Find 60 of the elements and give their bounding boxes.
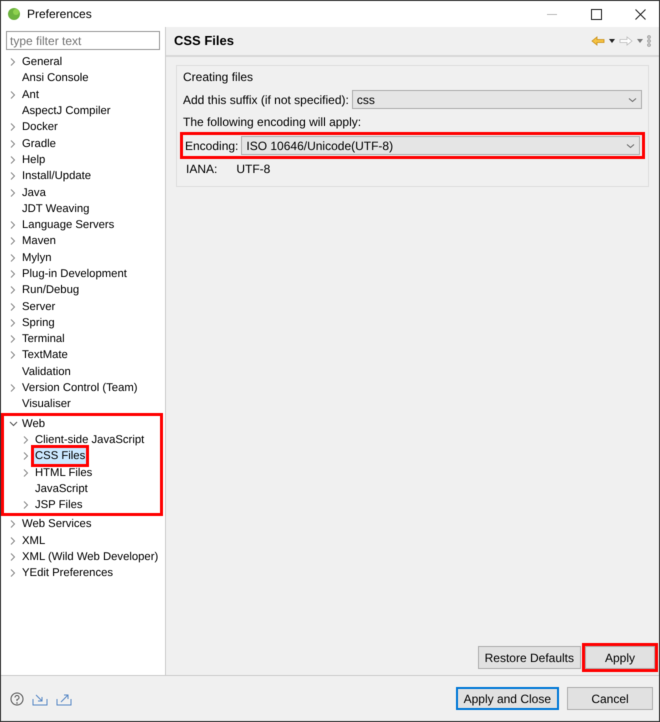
help-icon[interactable] (10, 692, 24, 706)
tree-item[interactable]: JSP Files (34, 497, 84, 514)
tree-item[interactable]: Maven (21, 233, 57, 250)
combo-value: css (356, 92, 375, 108)
page-title: CSS Files (174, 32, 234, 50)
tree-item[interactable]: XML (Wild Web Developer) (21, 549, 160, 566)
suffix-combo[interactable]: css (352, 90, 642, 109)
combo-value: ISO 10646/Unicode(UTF-8) (246, 138, 394, 154)
tree-item[interactable]: Java (21, 184, 47, 201)
tree-item[interactable]: Version Control (Team) (21, 380, 139, 396)
suffix-label: Add this suffix (if not specified): (183, 92, 349, 108)
tree-item[interactable]: JavaScript (34, 480, 89, 497)
tree-item[interactable]: Client-side JavaScript (34, 432, 146, 448)
tree-item[interactable]: AspectJ Compiler (21, 103, 112, 120)
dropdown-chevron-icon (628, 96, 637, 102)
window-title: Preferences (27, 6, 92, 23)
tree-item[interactable]: Run/Debug (21, 282, 80, 298)
dropdown-chevron-icon (626, 142, 635, 148)
tree-item[interactable]: Mylyn (21, 250, 52, 266)
tree-item[interactable]: Plug-in Development (21, 266, 128, 282)
tree-item[interactable]: General (21, 54, 64, 70)
encoding-label: Encoding: (185, 138, 238, 154)
tree-item[interactable]: Visualiser (21, 396, 72, 412)
expanded-chevron-icon[interactable] (8, 418, 19, 429)
export-icon[interactable] (56, 692, 72, 706)
tree-item[interactable]: JDT Weaving (21, 200, 90, 217)
action-button[interactable]: Restore Defaults (478, 646, 581, 669)
app-icon (7, 7, 21, 21)
tree-item[interactable]: CSS Files (34, 448, 86, 464)
tree-item[interactable]: HTML Files (34, 464, 94, 481)
filter-field[interactable]: type filter text (6, 31, 160, 50)
iana-value: UTF-8 (236, 161, 270, 178)
action-button[interactable]: Apply (585, 646, 655, 669)
tree-item[interactable]: Help (21, 152, 46, 168)
tree-item[interactable]: Gradle (21, 136, 57, 152)
tree-item[interactable]: Docker (21, 119, 59, 136)
group-title: Creating files (183, 69, 254, 86)
tree-item[interactable]: Terminal (21, 331, 66, 348)
encoding-note: The following encoding will apply: (183, 114, 362, 131)
import-icon[interactable] (32, 692, 48, 706)
iana-label: IANA: (186, 161, 218, 178)
tree-item[interactable]: XML (21, 532, 46, 549)
dialog-button[interactable]: Cancel (567, 687, 653, 710)
close-icon (634, 8, 646, 20)
tree-item[interactable]: YEdit Preferences (21, 565, 114, 582)
dropdown-icon[interactable] (608, 38, 616, 44)
maximize-icon (590, 8, 602, 20)
tree-item[interactable]: TextMate (21, 347, 69, 364)
encoding-combo[interactable]: ISO 10646/Unicode(UTF-8) (241, 136, 640, 155)
tree-item[interactable]: Language Servers (21, 217, 116, 234)
dialog-button[interactable]: Apply and Close (456, 687, 559, 710)
tree-item[interactable]: Ant (21, 86, 40, 103)
tree-item[interactable]: Spring (21, 314, 56, 331)
tree-item[interactable]: Ansi Console (21, 70, 90, 86)
more-icon[interactable] (647, 35, 651, 47)
tree-item[interactable]: Web Services (21, 516, 92, 532)
tree-item[interactable]: Install/Update (21, 168, 92, 184)
tree-item[interactable]: Validation (21, 364, 72, 380)
tree-item[interactable]: Web (21, 416, 46, 432)
tree-item[interactable]: Server (21, 298, 56, 315)
